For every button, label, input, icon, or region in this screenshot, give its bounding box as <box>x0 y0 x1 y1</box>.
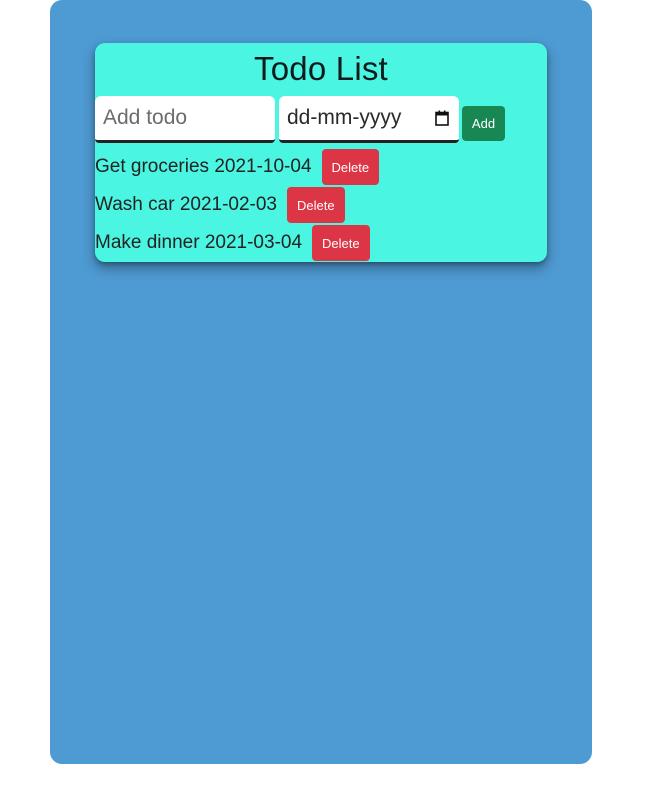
add-button[interactable]: Add <box>462 106 505 141</box>
delete-button[interactable]: Delete <box>287 187 345 223</box>
list-item: Get groceries 2021-10-04 Delete <box>95 148 380 186</box>
todo-text: Get groceries 2021-10-04 <box>95 156 312 177</box>
todo-text: Make dinner 2021-03-04 <box>95 232 303 253</box>
todo-card: Todo List dd-mm-yyyy Add Get groceries 2… <box>95 43 547 262</box>
list-item: Wash car 2021-02-03 Delete <box>95 186 345 224</box>
list-item: Make dinner 2021-03-04 Delete <box>95 224 370 262</box>
delete-button[interactable]: Delete <box>312 225 370 261</box>
date-input-placeholder: dd-mm-yyyy <box>287 106 402 129</box>
date-input[interactable]: dd-mm-yyyy <box>279 96 459 143</box>
todo-text: Wash car 2021-02-03 <box>95 194 278 215</box>
calendar-icon[interactable] <box>435 110 449 126</box>
todo-input[interactable] <box>95 96 275 143</box>
delete-button[interactable]: Delete <box>321 149 380 185</box>
page-title: Todo List <box>254 50 388 87</box>
